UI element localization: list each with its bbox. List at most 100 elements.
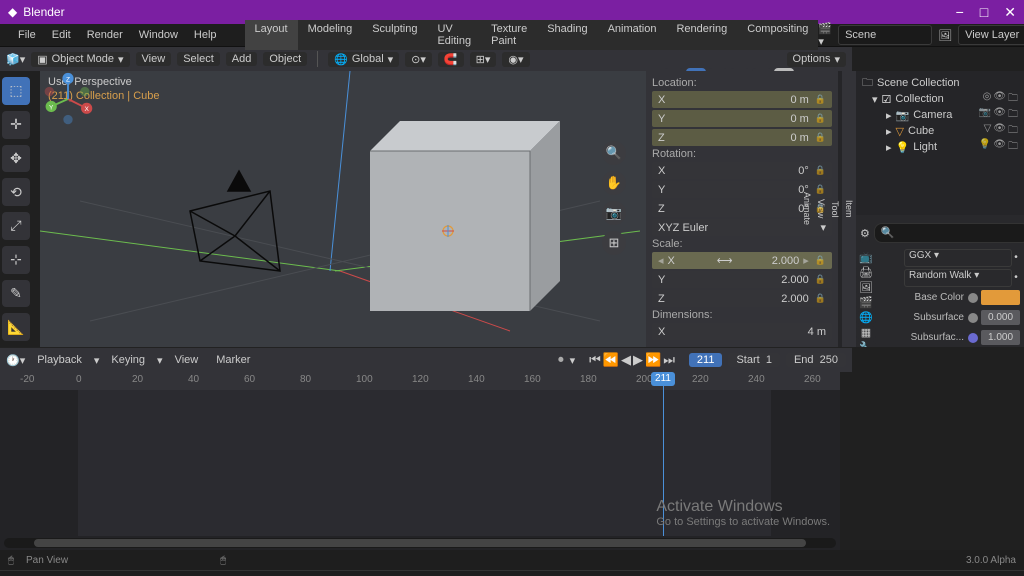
viewport-3d[interactable]: User Perspective (211) Collection | Cube [40,71,646,347]
version-label: 3.0.0 Alpha [966,555,1016,566]
snap-toggle[interactable]: 🧲 [438,52,464,67]
timeline-editor-icon[interactable]: 🕐▾ [6,354,25,367]
rotate-tool[interactable]: ⟲ [2,178,30,206]
ptab-view[interactable]: 🖼 [856,281,876,294]
ptab-output[interactable]: 🖨 [856,266,876,279]
keyframe-prev-icon[interactable]: ⏪ [603,352,619,368]
zoom-icon[interactable]: 🔍 [602,141,626,165]
perspective-icon[interactable]: ⊞ [602,231,626,255]
measure-tool[interactable]: 📐 [2,313,30,341]
hdr-select[interactable]: Select [177,52,220,66]
orientation[interactable]: 🌐 Global ▾ [328,52,399,67]
viewlayer-input[interactable] [958,25,1024,45]
current-frame[interactable]: 211 [689,353,723,367]
tab-layout[interactable]: Layout [245,20,298,50]
tab-tool[interactable]: Tool [828,71,842,347]
taskbar: 🔍 ⊞ 📁 🟦 🟪 ˄ 🔋 📶 🔊 ENG 4:38 PM 10/2/2021 … [0,570,1024,576]
hdr-object[interactable]: Object [263,52,307,66]
prop-edit[interactable]: ◉▾ [502,52,529,67]
light-icon: 💡 [896,141,910,154]
cursor-tool[interactable]: ✛ [2,111,30,139]
scale-x[interactable]: ◂X⟷2.000▸🔒 [652,252,832,269]
tl-view[interactable]: View [169,353,205,367]
tl-keying[interactable]: Keying [105,353,151,367]
autokey-icon[interactable]: ⏺ [558,354,564,367]
menu-window[interactable]: Window [131,27,186,43]
ggx-dropdown[interactable]: GGX ▾ [904,249,1012,267]
maximize-button[interactable]: □ [980,4,988,21]
hdr-view[interactable]: View [136,52,172,66]
camera-object [190,171,280,271]
light-row[interactable]: Light [913,141,937,153]
scale-tool[interactable]: ⤢ [2,212,30,240]
random-walk-dropdown[interactable]: Random Walk ▾ [904,269,1012,287]
props-search[interactable] [874,223,1024,243]
ptab-object[interactable]: ▦ [856,326,876,339]
tab-compositing[interactable]: Compositing [737,20,818,50]
menu-edit[interactable]: Edit [44,27,79,43]
subsurface-r1[interactable]: 1.000 [981,330,1020,345]
right-panel: 🗀Scene Collection ▾☑Collection◎👁🗀 ▸📷Came… [856,71,1024,347]
hdr-add[interactable]: Add [226,52,258,66]
tab-texpaint[interactable]: Texture Paint [481,20,537,50]
task-blender[interactable] [106,573,134,576]
subsurface-input[interactable]: 0.000 [981,310,1020,325]
scene-name-input[interactable] [838,25,932,45]
scene-collection-icon: 🗀 [862,74,873,93]
cube-row[interactable]: Cube [908,125,934,137]
minimize-button[interactable]: − [956,4,964,21]
tab-animate[interactable]: Animate [800,71,814,347]
tl-playback[interactable]: Playback [31,353,88,367]
tab-uv[interactable]: UV Editing [427,20,481,50]
interaction-mode[interactable]: ▣ Object Mode ▾ [31,52,129,67]
tab-animation[interactable]: Animation [598,20,667,50]
move-tool[interactable]: ✥ [2,145,30,173]
tab-modeling[interactable]: Modeling [298,20,363,50]
ptab-modifier[interactable]: 🔧 [856,341,876,347]
timeline-ruler[interactable]: -20020406080100120140160180200220240260 [0,372,840,390]
play-reverse-icon[interactable]: ◀ [621,352,631,368]
jump-end-icon[interactable]: ⏭ [663,352,675,368]
pivot[interactable]: ⊙▾ [405,52,432,67]
end-frame[interactable]: End 250 [786,353,846,367]
tab-item[interactable]: Item [842,71,856,347]
playhead-flag[interactable]: 211 [651,372,675,386]
status-pan: Pan View [26,555,68,566]
collection-row[interactable]: Collection [895,93,943,105]
menu-help[interactable]: Help [186,27,225,43]
menu-file[interactable]: File [10,27,44,43]
editor-type-icon[interactable]: 🧊▾ [6,53,25,66]
move-view-icon[interactable]: ✋ [602,171,626,195]
timeline-scrollbar[interactable] [4,538,836,548]
outliner[interactable]: 🗀Scene Collection ▾☑Collection◎👁🗀 ▸📷Came… [856,71,1024,215]
scene-icon[interactable]: 🎬▾ [818,22,832,48]
ptab-render[interactable]: 📺 [856,251,876,264]
play-icon[interactable]: ▶ [633,352,643,368]
viewlayer-icon[interactable]: 🖼 [938,29,952,42]
start-frame[interactable]: Start 1 [728,353,779,367]
scene-collection[interactable]: Scene Collection [877,77,960,89]
props-filter-icon[interactable]: ⚙ [860,223,870,243]
ptab-world[interactable]: 🌐 [856,311,876,324]
close-button[interactable]: ✕ [1004,4,1016,21]
transform-tool[interactable]: ⊹ [2,246,30,274]
menu-render[interactable]: Render [79,27,131,43]
tab-shading[interactable]: Shading [537,20,597,50]
options-dropdown[interactable]: Options ▾ [787,52,846,67]
tab-rendering[interactable]: Rendering [666,20,737,50]
base-color-swatch[interactable] [981,290,1020,305]
snap-options[interactable]: ⊞▾ [470,52,497,67]
annotate-tool[interactable]: ✎ [2,280,30,308]
select-box-tool[interactable]: ⬚ [2,77,30,105]
keyframe-next-icon[interactable]: ⏩ [645,352,661,368]
jump-start-icon[interactable]: ⏮ [589,352,601,368]
nav-gizmo[interactable]: X Y Z [40,71,96,127]
tab-sculpting[interactable]: Sculpting [362,20,427,50]
timeline[interactable]: -20020406080100120140160180200220240260 … [0,372,840,550]
tl-marker[interactable]: Marker [210,353,256,367]
ptab-scene[interactable]: 🎬 [856,296,876,309]
camera-view-icon[interactable]: 📷 [602,201,626,225]
viewport-scene [40,71,640,347]
camera-row[interactable]: Camera [913,109,952,121]
base-color-label: Base Color [904,292,964,303]
